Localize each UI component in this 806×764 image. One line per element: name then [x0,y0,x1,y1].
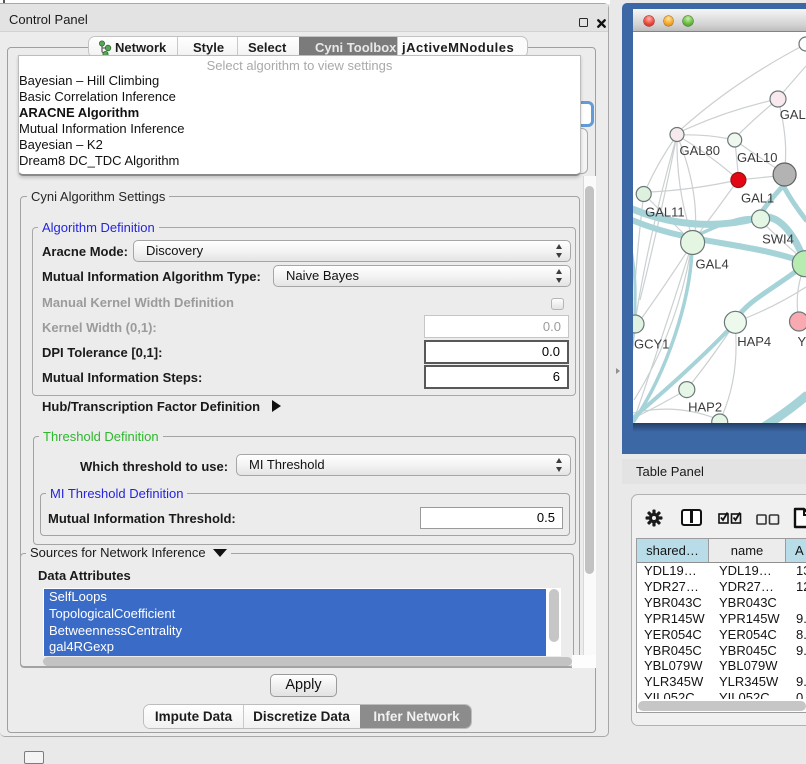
svg-text:HAP4: HAP4 [737,334,771,349]
svg-text:GAL: GAL [780,107,806,122]
svg-text:GCY1: GCY1 [634,337,669,352]
svg-text:Y: Y [798,334,806,349]
svg-text:HAP2: HAP2 [688,400,722,415]
svg-text:GAL11: GAL11 [645,205,685,220]
svg-text:SWI4: SWI4 [762,232,794,247]
svg-text:GAL4: GAL4 [696,257,729,272]
svg-text:GAL10: GAL10 [737,150,777,165]
svg-text:GAL80: GAL80 [680,143,720,158]
svg-text:GAL1: GAL1 [741,191,774,206]
